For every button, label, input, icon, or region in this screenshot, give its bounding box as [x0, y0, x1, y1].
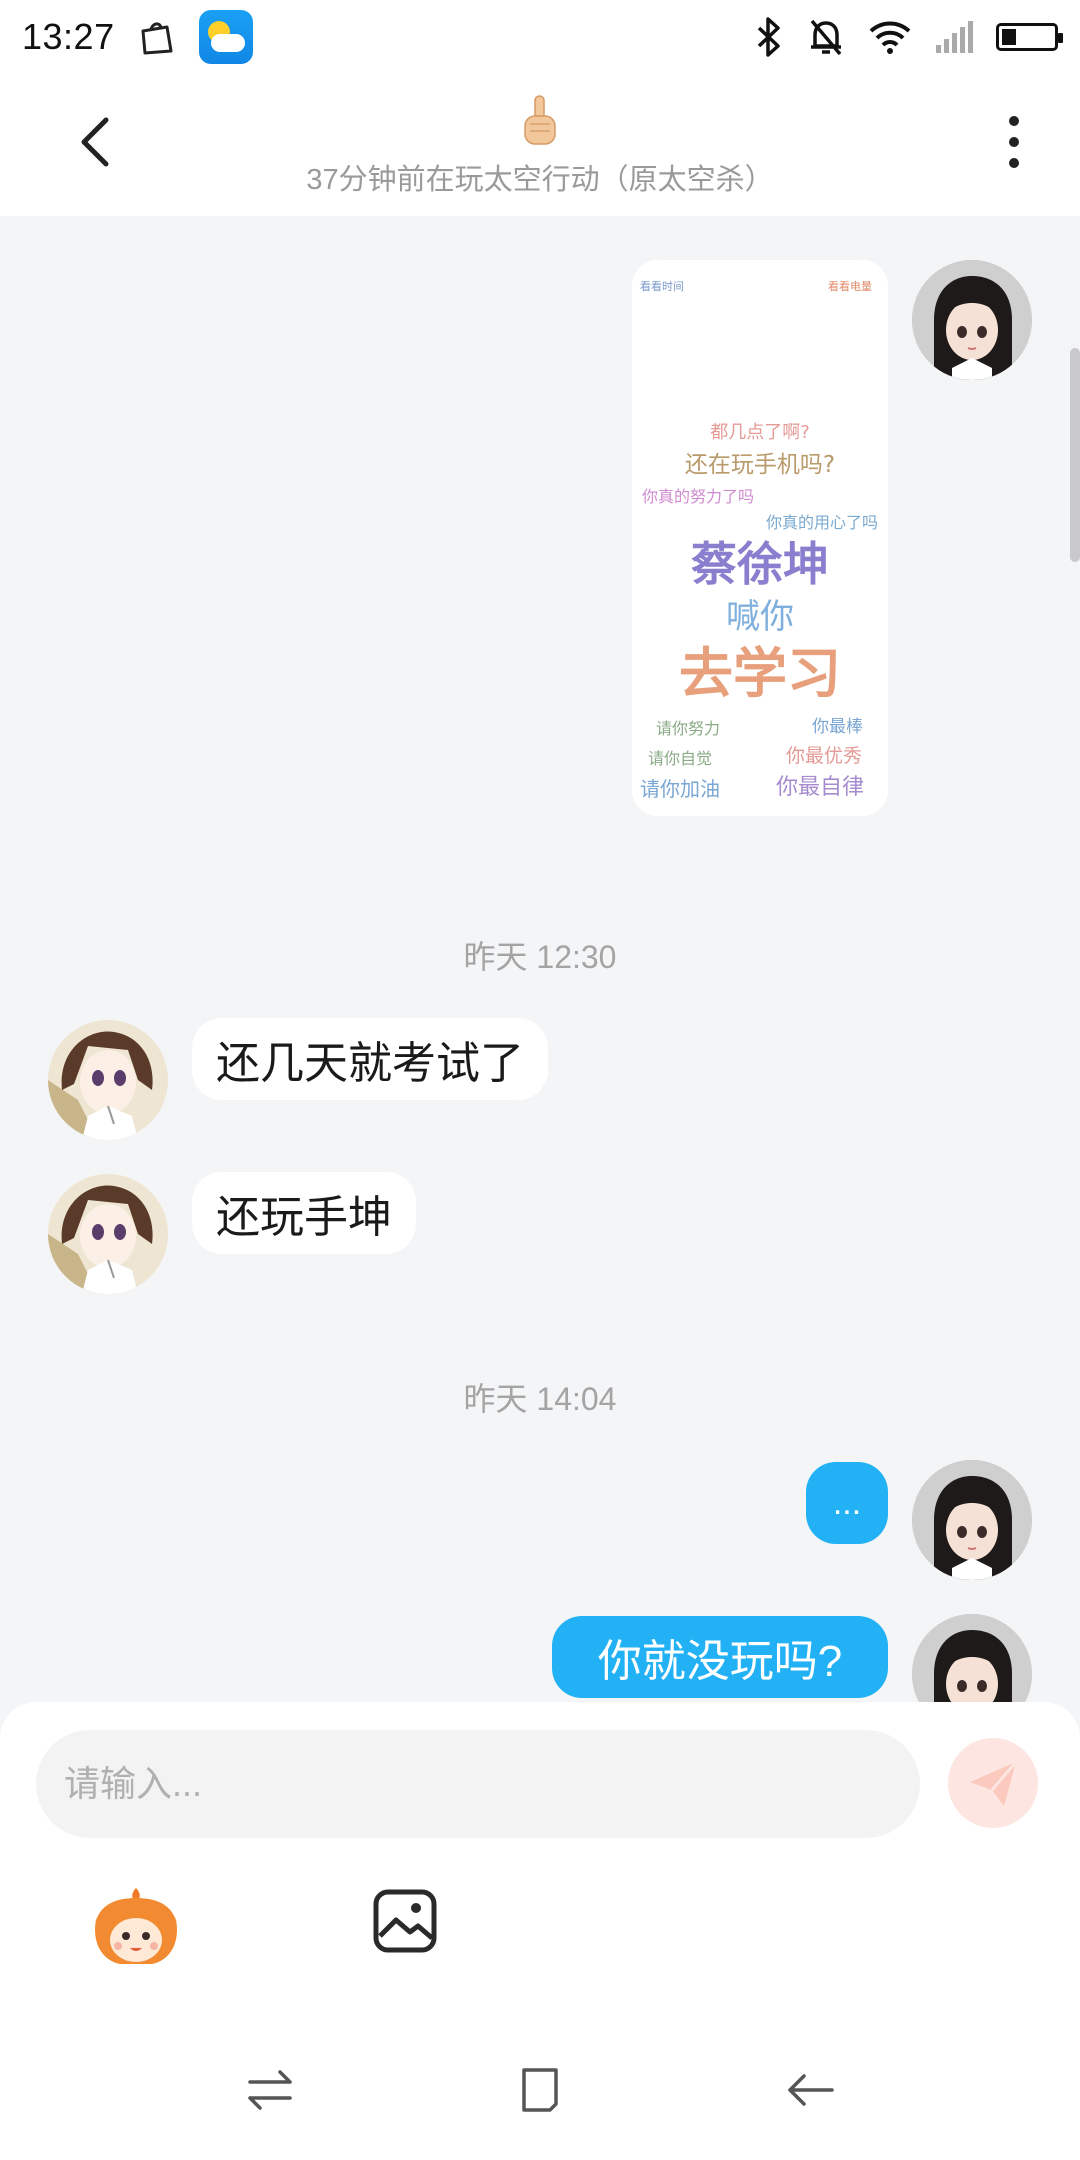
poster-line3: 你真的努力了吗 [642, 487, 754, 506]
received-message-bubble[interactable]: 还几天就考试了 [192, 1018, 548, 1100]
my-avatar[interactable] [912, 1460, 1032, 1580]
poster-encourage-1: 请你努力 [656, 719, 720, 738]
poster-encourage-3: 请你自觉 [648, 749, 712, 768]
message-timestamp: 昨天 12:30 [463, 939, 617, 975]
image-message[interactable]: 看看时间 看看电量 都几点了啊? 还在玩手机吗? 你真的努力了吗 你真的用心了吗… [632, 260, 888, 816]
message-timestamp: 昨天 14:04 [463, 1381, 617, 1417]
signal-icon [936, 21, 973, 53]
poster-encourage-6: 你最自律 [776, 775, 864, 800]
pointing-hand-emoji [524, 95, 556, 145]
chat-scrollbar[interactable] [1070, 348, 1080, 562]
wifi-icon [869, 21, 911, 54]
bluetooth-icon [757, 17, 780, 57]
recent-apps-icon[interactable] [240, 2060, 300, 2120]
dot [1009, 137, 1019, 147]
composer-panel [0, 1702, 1080, 2160]
presence-subtitle: 37分钟前在玩太空行动（原太空杀） [306, 164, 774, 196]
back-nav-icon[interactable] [780, 2060, 840, 2120]
avatar-image [912, 1460, 1032, 1580]
received-message-bubble[interactable]: 还玩手坤 [192, 1172, 416, 1254]
avatar-image [48, 1174, 168, 1294]
system-navigation-bar [0, 2030, 1080, 2140]
poster-encourage-4: 你最优秀 [786, 745, 862, 767]
poster-encourage-5: 请你加油 [640, 777, 720, 801]
poster-corner-left: 看看时间 [640, 279, 684, 293]
status-time: 13:27 [22, 16, 115, 57]
my-avatar[interactable] [912, 1614, 1032, 1702]
contact-avatar[interactable] [48, 1174, 168, 1294]
avatar-image [912, 260, 1032, 380]
send-icon [970, 1761, 1018, 1806]
send-button[interactable] [948, 1738, 1038, 1828]
status-bar: 13:27 [0, 0, 1080, 74]
poster-encourage-2: 你最棒 [812, 717, 863, 737]
more-options-button[interactable] [994, 110, 1034, 174]
poster-line1: 都几点了啊? [710, 422, 810, 443]
poster-name: 蔡徐坤 [691, 537, 829, 591]
poster-call: 喊你 [726, 597, 794, 637]
poster-corner-right: 看看电量 [828, 279, 872, 293]
image-picker-button[interactable] [372, 1888, 438, 1954]
message-input[interactable] [36, 1730, 920, 1838]
sent-message-bubble[interactable]: ... [806, 1462, 888, 1544]
home-icon[interactable] [510, 2060, 570, 2120]
my-avatar[interactable] [912, 260, 1032, 380]
mute-bell-icon [810, 19, 842, 56]
poster-study: 去学习 [679, 642, 841, 705]
bag-notification-icon [141, 22, 173, 55]
chat-header: 37分钟前在玩太空行动（原太空杀） [0, 74, 1080, 216]
avatar-image [912, 1614, 1032, 1702]
sent-message-bubble[interactable]: 你就没玩吗? [552, 1616, 888, 1698]
study-poster-image: 看看时间 看看电量 都几点了啊? 还在玩手机吗? 你真的努力了吗 你真的用心了吗… [640, 279, 878, 801]
poster-line2: 还在玩手机吗? [685, 452, 835, 478]
weather-app-icon [198, 10, 253, 64]
chat-message-list[interactable]: 看看时间 看看电量 都几点了啊? 还在玩手机吗? 你真的努力了吗 你真的用心了吗… [0, 216, 1080, 1702]
avatar-image [48, 1020, 168, 1140]
battery-icon [996, 23, 1063, 51]
contact-avatar[interactable] [48, 1020, 168, 1140]
dot [1009, 116, 1019, 126]
sticker-emoji-button[interactable] [90, 1884, 182, 1968]
poster-line4: 你真的用心了吗 [766, 513, 878, 532]
dot [1009, 158, 1019, 168]
